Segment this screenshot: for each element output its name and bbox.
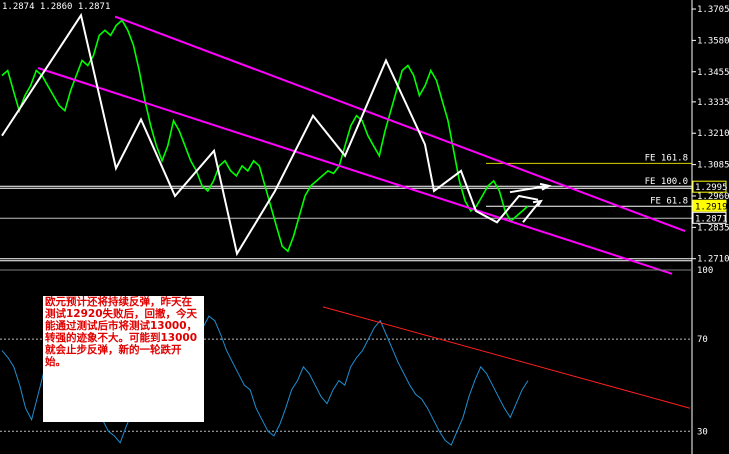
price-tick-label: 1.2835 xyxy=(697,223,729,233)
price-tick-label: 1.3580 xyxy=(697,36,729,46)
ohlc-readout: 1.2874 1.2860 1.2871 xyxy=(2,2,111,12)
price-tag-label: 1.2871 xyxy=(695,214,728,224)
price-tick-label: 1.2710 xyxy=(697,255,729,265)
price-tag-label: 1.2995 xyxy=(695,183,728,193)
price-tick-label: 1.3705 xyxy=(697,5,729,15)
analysis-note: 欧元预计还将持续反弹，昨天在测试12920失败后，回撤，今天能通过测试后市将测试… xyxy=(43,296,204,422)
indicator-tick-label: 100 xyxy=(697,266,713,276)
fib-level-label: FE 100.0 xyxy=(645,177,688,187)
indicator-tick-label: 30 xyxy=(697,427,708,437)
price-tick-label: 1.3085 xyxy=(697,161,729,171)
fib-level-label: FE 161.8 xyxy=(645,153,688,163)
price-tick-label: 1.3335 xyxy=(697,98,729,108)
price-tick-label: 1.3455 xyxy=(697,68,729,78)
indicator-tick-label: 70 xyxy=(697,335,708,345)
price-tick-label: 1.3210 xyxy=(697,129,729,139)
price-tag-label: 1.2919 xyxy=(695,202,728,212)
fib-level-label: FE 61.8 xyxy=(650,196,688,206)
